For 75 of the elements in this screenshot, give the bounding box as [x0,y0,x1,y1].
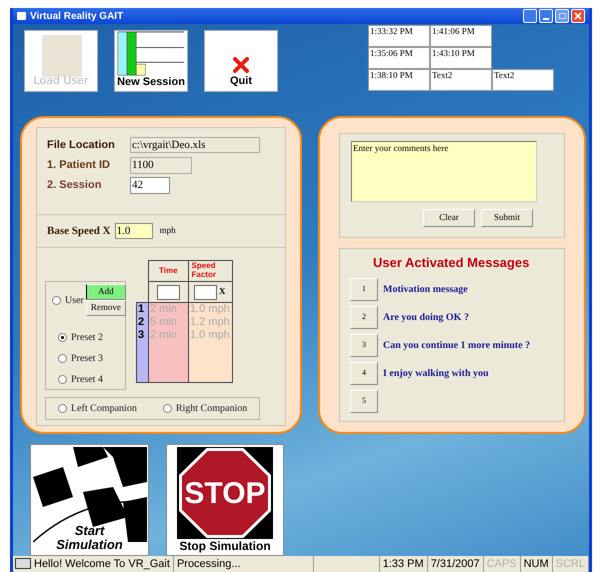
message-key-button[interactable]: 3 [350,334,378,356]
stop-sign: STOP [182,451,268,535]
base-speed-field[interactable]: 1.0 [114,223,153,239]
row-number: 1 [137,303,146,316]
comments-field[interactable]: Enter your comments here [351,141,537,202]
session-field[interactable]: 42 [130,176,170,194]
time-cell: Text2 [430,69,492,92]
speed-value: 1.0 mph [189,329,231,342]
message-key-button[interactable]: 4 [350,362,378,384]
time-cell: 1:38:10 PM [368,69,430,92]
key-indicator: NUM [520,556,553,572]
time-cell: 1:43:10 PM [430,47,492,70]
field-label: File Location [47,138,116,153]
start-simulation-button[interactable]: Start Simulation [30,444,149,556]
message-key-button[interactable]: 5 [350,390,378,412]
remove-button[interactable]: Remove [86,300,126,316]
key-indicator: CAPS [484,556,521,572]
status-date: 7/31/2007 [428,556,484,572]
speed-value: 1.0 mph [189,303,231,316]
close-icon [233,56,249,73]
time-value: 5 min [149,316,178,329]
window-menu-icon[interactable] [523,9,537,24]
status-text: Processing... [174,556,314,572]
maximize-icon[interactable] [555,9,569,24]
radio-circle[interactable] [58,333,67,342]
preset-radio[interactable]: Preset 2 [58,330,125,345]
time-value: 2 min [149,329,178,342]
column-header: Time [149,261,189,281]
window-title: Virtual Reality GAIT [30,10,124,24]
time-cell: 1:41:06 PM [430,25,492,48]
time-cell: 1:35:06 PM [368,47,430,70]
base-speed-label: Base Speed X [47,224,111,239]
preset-radio[interactable]: Preset 4 [58,372,125,387]
bar-chart-icon [115,31,187,76]
companion-radio[interactable]: Right Companion [162,401,248,416]
field-label: 1. Patient ID [47,158,111,173]
start-simulation-label: Start Simulation [55,524,124,554]
speed-unit: mph [160,224,176,238]
message-key-button[interactable]: 1 [350,278,378,300]
message-text: Are you doing OK ? [383,310,469,324]
message-text: Motivation message [383,282,468,296]
file-location-field[interactable]: c:\vrgait\Deo.xls [130,137,260,154]
new-session-button[interactable]: New Session [114,30,188,92]
speed-factor-input[interactable] [194,284,217,300]
factor-mark: X [219,285,226,298]
time-value: 2 min [149,303,178,316]
field-label: 2. Session [47,178,102,193]
stop-simulation-button[interactable]: STOP Stop Simulation [166,444,284,556]
message-text: I enjoy walking with you [383,366,489,380]
status-time: 1:33 PM [378,556,428,572]
computer-icon [15,558,31,569]
add-button[interactable]: Add [86,284,126,300]
app-icon [17,12,26,20]
column-header: Speed Factor [190,261,217,281]
comment-button[interactable]: Clear [423,209,475,227]
time-cell: Text2 [492,69,554,92]
close-icon[interactable] [571,9,585,24]
companion-radio[interactable]: Left Companion [58,401,137,416]
comment-button[interactable]: Submit [481,209,533,227]
message-text: Can you continue 1 more minute ? [383,338,530,352]
messages-title: User Activated Messages [373,254,530,272]
message-key-button[interactable]: 2 [350,306,378,328]
row-number: 3 [137,329,146,342]
key-indicator: SCRL [552,556,589,572]
user-radio[interactable]: User [52,292,84,308]
minimize-icon[interactable] [539,9,553,24]
time-cell: 1:33:32 PM [368,25,430,48]
patient-id-field[interactable]: 1100 [130,156,192,174]
status-message: Hello! Welcome To VR_Gait [31,556,174,572]
time-input[interactable] [157,284,180,300]
stop-simulation-label: Stop Simulation [179,539,271,553]
speed-value: 1.2 mph [189,316,231,329]
row-number: 2 [137,316,146,329]
preset-radio[interactable]: Preset 3 [58,351,125,366]
quit-button[interactable]: Quit [204,30,278,92]
